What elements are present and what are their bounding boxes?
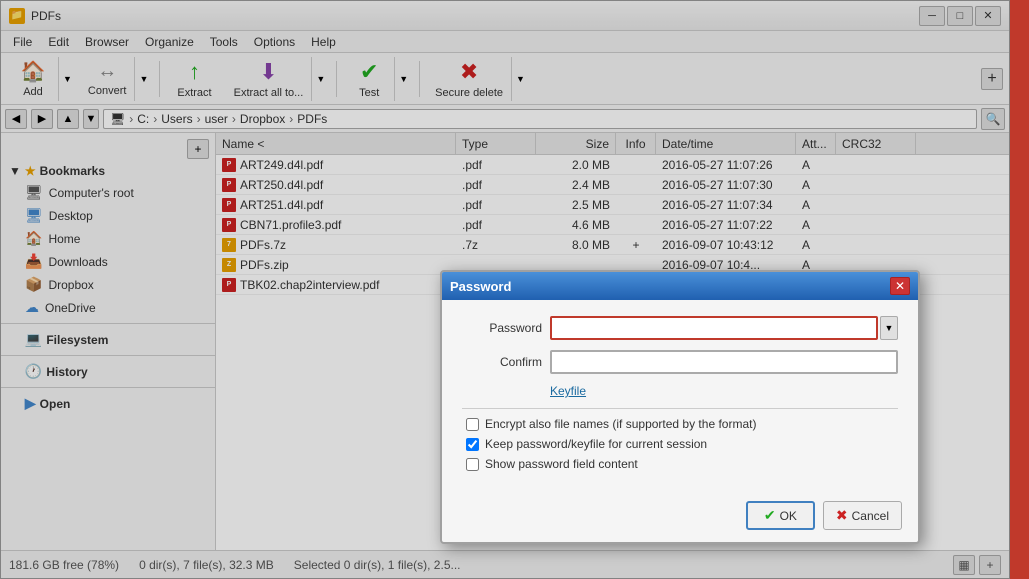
checkbox-show-content[interactable] — [466, 458, 479, 471]
cancel-label: Cancel — [852, 509, 889, 523]
checkbox-encrypt-names-row: Encrypt also file names (if supported by… — [462, 417, 898, 431]
keyfile-link[interactable]: Keyfile — [550, 384, 586, 398]
ok-button[interactable]: ✔ OK — [746, 501, 815, 530]
checkbox-show-content-label: Show password field content — [485, 457, 638, 471]
ok-check-icon: ✔ — [764, 507, 776, 524]
password-row: Password ▼ — [462, 316, 898, 340]
confirm-row: Confirm — [462, 350, 898, 374]
ok-label: OK — [780, 509, 797, 523]
dialog-title-bar: Password ✕ — [442, 272, 918, 300]
dialog-divider — [462, 408, 898, 409]
dialog-content: Password ▼ Confirm Keyfile Encrypt also … — [442, 300, 918, 493]
dialog-close-button[interactable]: ✕ — [890, 277, 910, 295]
confirm-label: Confirm — [462, 355, 542, 369]
confirm-input-wrap — [550, 350, 898, 374]
cancel-x-icon: ✖ — [836, 507, 848, 524]
dialog-title: Password — [450, 279, 511, 294]
checkbox-keep-password-label: Keep password/keyfile for current sessio… — [485, 437, 707, 451]
password-dialog: Password ✕ Password ▼ Confirm Keyfile — [440, 270, 920, 544]
password-input-wrap: ▼ — [550, 316, 898, 340]
checkbox-show-content-row: Show password field content — [462, 457, 898, 471]
checkbox-keep-password-row: Keep password/keyfile for current sessio… — [462, 437, 898, 451]
confirm-input[interactable] — [550, 350, 898, 374]
dialog-footer: ✔ OK ✖ Cancel — [442, 493, 918, 542]
checkbox-keep-password[interactable] — [466, 438, 479, 451]
checkbox-encrypt-names-label: Encrypt also file names (if supported by… — [485, 417, 756, 431]
cancel-button[interactable]: ✖ Cancel — [823, 501, 902, 530]
password-input[interactable] — [550, 316, 878, 340]
password-dropdown-button[interactable]: ▼ — [880, 316, 898, 340]
checkbox-encrypt-names[interactable] — [466, 418, 479, 431]
password-label: Password — [462, 321, 542, 335]
